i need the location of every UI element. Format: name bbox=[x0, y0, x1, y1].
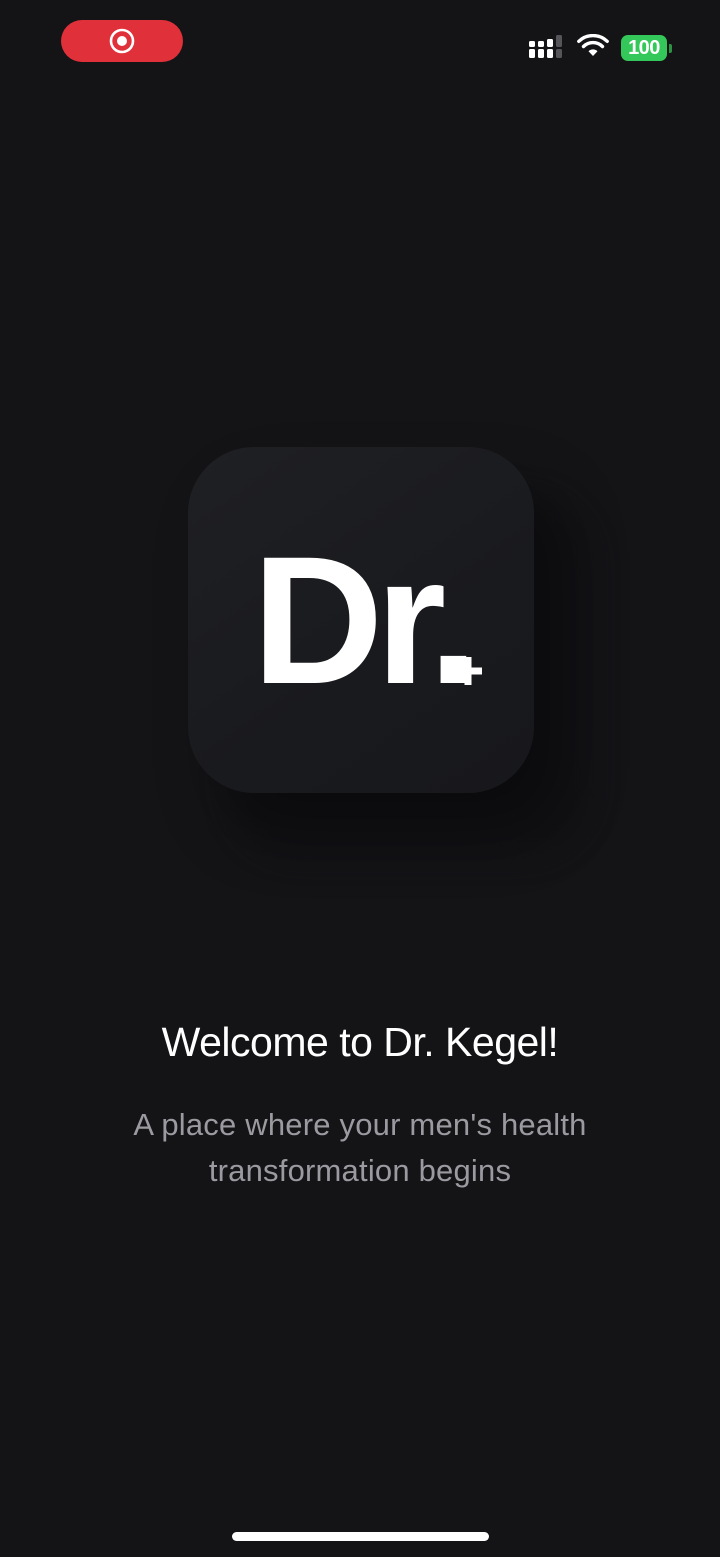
screen-recording-indicator[interactable] bbox=[61, 20, 183, 62]
status-bar: 100 bbox=[0, 0, 720, 90]
battery-level: 100 bbox=[621, 35, 667, 61]
wifi-icon bbox=[577, 33, 609, 63]
plus-icon bbox=[452, 655, 484, 687]
battery-icon: 100 bbox=[621, 35, 672, 61]
welcome-title: Welcome to Dr. Kegel! bbox=[161, 1019, 559, 1065]
cellular-signal-icon bbox=[529, 33, 565, 64]
app-logo-text: Dr. bbox=[252, 518, 479, 722]
record-icon bbox=[109, 28, 135, 54]
home-indicator[interactable] bbox=[232, 1532, 489, 1541]
battery-tip bbox=[669, 43, 672, 53]
status-icons: 100 bbox=[529, 32, 672, 64]
welcome-subtitle: A place where your men's health transfor… bbox=[133, 1107, 587, 1188]
